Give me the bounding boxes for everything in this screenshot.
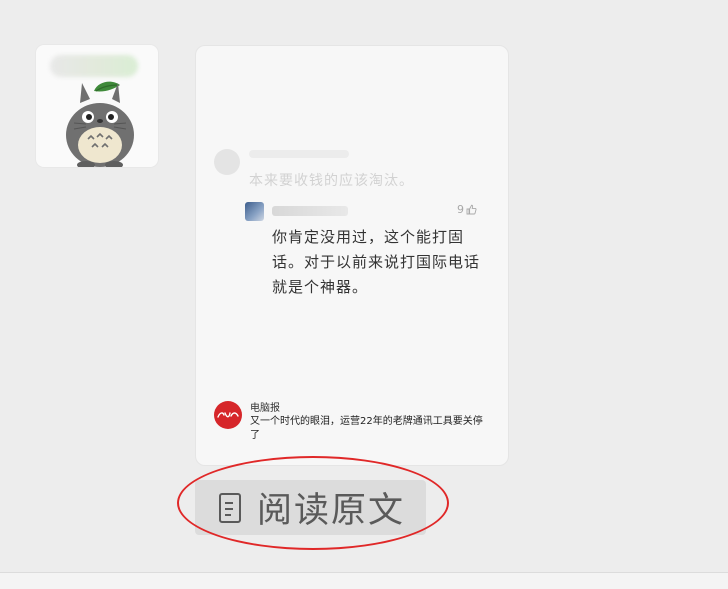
reply-like-count: 9: [457, 203, 464, 216]
read-original-button[interactable]: 阅读原文: [195, 480, 426, 535]
article-headline[interactable]: 又一个时代的眼泪，运营22年的老牌通讯工具要关停了: [250, 415, 486, 443]
faded-comment-name: [249, 150, 349, 158]
card-screenshot-area: 本来要收钱的应该淘汰。 9 你肯定没用过，这个能打固话。对于以前来说打国际电话就…: [196, 46, 508, 465]
reply-likes: 9: [457, 203, 477, 216]
faded-comment-avatar: [214, 149, 240, 175]
shared-article-card[interactable]: 本来要收钱的应该淘汰。 9 你肯定没用过，这个能打固话。对于以前来说打国际电话就…: [195, 45, 509, 466]
bottom-input-bar: [0, 573, 728, 589]
faded-comment: 本来要收钱的应该淘汰。: [214, 144, 474, 194]
totoro-avatar-icon: [66, 81, 134, 167]
reply-blurred-name: [272, 206, 348, 216]
source-name: 电脑报: [250, 403, 280, 414]
thumbs-up-icon: [466, 204, 477, 215]
reply-avatar: [245, 202, 264, 221]
faded-comment-text: 本来要收钱的应该淘汰。: [249, 173, 414, 189]
newspaper-logo-icon: [217, 412, 239, 418]
sender-avatar[interactable]: [36, 45, 158, 167]
document-icon: [217, 491, 243, 525]
reply-text: 你肯定没用过，这个能打固话。对于以前来说打国际电话就是个神器。: [272, 228, 481, 296]
read-original-label: 阅读原文: [257, 491, 406, 531]
source-logo: [214, 401, 242, 429]
